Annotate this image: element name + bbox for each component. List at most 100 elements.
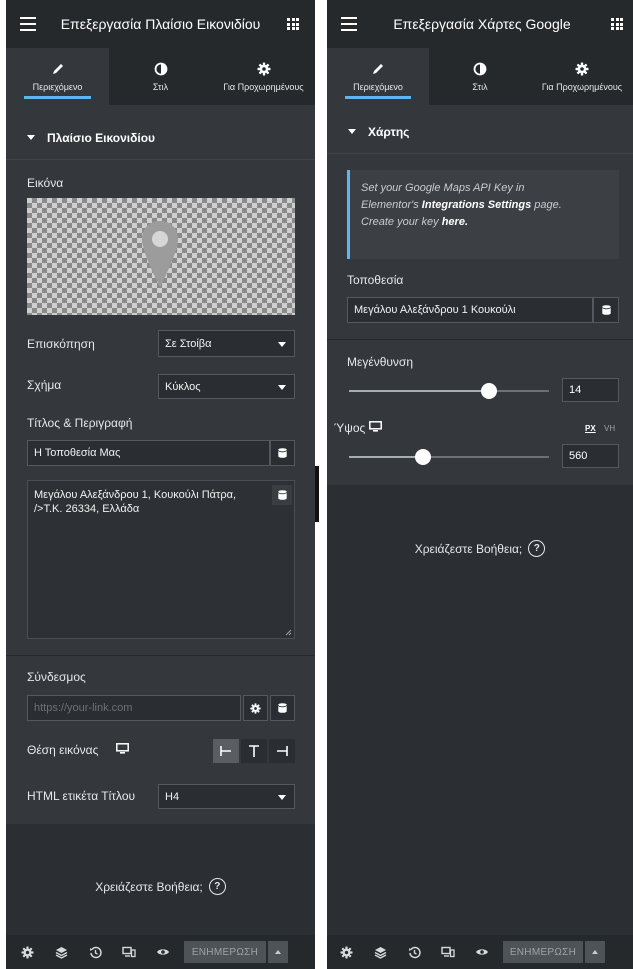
widgets-grid-icon[interactable]: [611, 18, 623, 30]
integrations-settings-link[interactable]: Integrations Settings: [422, 199, 531, 211]
description-textarea[interactable]: Μεγάλου Αλεξάνδρου 1, Κουκούλι Πάτρα, />…: [27, 480, 295, 639]
help-link[interactable]: Χρειάζεστε Βοήθεια; ?: [327, 540, 633, 557]
location-label: Τοποθεσία: [347, 273, 404, 287]
tab-content[interactable]: Περιεχόμενο: [6, 48, 109, 105]
location-input[interactable]: Μεγάλου Αλεξάνδρου 1 Κουκούλι: [347, 297, 593, 323]
html-tag-label: HTML ετικέτα Τίτλου: [27, 789, 136, 803]
tab-content[interactable]: Περιεχόμενο: [327, 48, 429, 105]
history-icon: [89, 946, 102, 958]
link-input[interactable]: https://your-link.com: [27, 695, 241, 721]
tab-advanced[interactable]: Για Προχωρημένους: [531, 48, 633, 105]
gear-icon: [250, 702, 261, 714]
desktop-icon[interactable]: [116, 743, 129, 754]
update-button-label: ΕΝΗΜΕΡΩΣΗ: [509, 946, 577, 958]
update-button[interactable]: ΕΝΗΜΕΡΩΣΗ: [503, 941, 583, 963]
tab-label: Περιεχόμενο: [32, 82, 83, 92]
location-dynamic-button[interactable]: [593, 297, 619, 323]
notice-line-3: Create your key here.: [361, 214, 609, 231]
panel-title: Επεξεργασία Χάρτες Google: [393, 15, 571, 32]
create-key-link[interactable]: here.: [442, 216, 468, 228]
hamburger-menu-icon[interactable]: [20, 17, 36, 31]
align-left-icon: [220, 746, 231, 756]
preview-button[interactable]: [465, 935, 499, 969]
link-input-placeholder: https://your-link.com: [34, 702, 133, 714]
image-position-label: Θέση εικόνας: [27, 743, 99, 757]
layers-icon: [374, 946, 386, 959]
tab-advanced[interactable]: Για Προχωρημένους: [212, 48, 315, 105]
image-chooser[interactable]: [27, 198, 295, 315]
description-text: Μεγάλου Αλεξάνδρου 1, Κουκούλι Πάτρα, />…: [34, 489, 237, 515]
tab-style[interactable]: Στιλ: [429, 48, 531, 105]
unit-px[interactable]: PX: [585, 424, 596, 433]
navigator-button[interactable]: [44, 935, 78, 969]
navigator-button[interactable]: [363, 935, 397, 969]
question-circle-icon: ?: [208, 878, 226, 895]
zoom-slider-fill: [349, 390, 489, 392]
html-tag-select[interactable]: H4: [158, 784, 295, 809]
position-top-button[interactable]: [241, 739, 267, 763]
update-options-button[interactable]: [268, 941, 288, 963]
html-tag-select-value: H4: [165, 790, 180, 803]
help-link[interactable]: Χρειάζεστε Βοήθεια; ?: [6, 878, 315, 895]
notice-text: Create your key: [361, 216, 442, 228]
position-right-button[interactable]: [269, 739, 295, 763]
title-input[interactable]: Η Τοποθεσία Μας: [27, 440, 270, 466]
widgets-grid-icon[interactable]: [287, 18, 299, 30]
panel-separator: [315, 466, 319, 522]
height-number-input[interactable]: 560: [562, 444, 619, 468]
height-slider-handle[interactable]: [415, 449, 431, 465]
desktop-icon[interactable]: [369, 421, 382, 432]
height-value: 560: [569, 450, 588, 462]
half-circle-icon: [154, 61, 168, 76]
tab-style[interactable]: Στιλ: [109, 48, 212, 105]
caret-up-icon: [592, 950, 598, 954]
image-label: Εικόνα: [27, 176, 64, 190]
image-position-choices: [213, 739, 295, 763]
history-button[interactable]: [78, 935, 112, 969]
shape-select[interactable]: Κύκλος: [158, 374, 295, 399]
history-button[interactable]: [397, 935, 431, 969]
responsive-devices-icon: [122, 946, 136, 958]
position-left-button[interactable]: [213, 739, 239, 763]
shape-select-value: Κύκλος: [165, 380, 201, 393]
settings-gear-button[interactable]: [329, 935, 363, 969]
google-maps-editor-panel: Επεξεργασία Χάρτες Google Περιεχόμενο Στ…: [327, 0, 633, 969]
link-dynamic-button[interactable]: [270, 695, 295, 721]
dynamic-tags-button[interactable]: [270, 440, 295, 466]
responsive-mode-button[interactable]: [112, 935, 146, 969]
view-select-value: Σε Στοίβα: [165, 337, 212, 350]
preview-button[interactable]: [146, 935, 180, 969]
update-button[interactable]: ΕΝΗΜΕΡΩΣΗ: [184, 941, 266, 963]
description-dynamic-button[interactable]: [272, 485, 292, 505]
height-label: Ύψος: [334, 421, 366, 435]
height-slider[interactable]: [349, 449, 549, 465]
api-key-notice: Set your Google Maps API Key in Elemento…: [347, 170, 619, 259]
title-input-value: Η Τοποθεσία Μας: [34, 447, 121, 459]
link-label: Σύνδεσμος: [27, 670, 86, 684]
settings-gear-button[interactable]: [10, 935, 44, 969]
notice-text: page.: [531, 199, 562, 211]
zoom-value: 14: [569, 384, 582, 396]
section-header-map[interactable]: Χάρτης: [327, 110, 633, 154]
section-header-icon-box[interactable]: Πλαίσιο Εικονιδίου: [6, 116, 315, 160]
zoom-slider[interactable]: [349, 383, 549, 399]
responsive-mode-button[interactable]: [431, 935, 465, 969]
section-title: Χάρτης: [368, 124, 410, 139]
pencil-icon: [371, 61, 385, 76]
align-top-icon: [249, 745, 259, 757]
eye-icon: [157, 949, 169, 955]
zoom-number-input[interactable]: 14: [562, 378, 619, 402]
tab-label: Στιλ: [152, 82, 169, 92]
zoom-slider-handle[interactable]: [481, 383, 497, 399]
section-divider: [6, 655, 315, 656]
hamburger-menu-icon[interactable]: [341, 17, 357, 31]
resize-handle-icon[interactable]: [285, 629, 292, 636]
zoom-label: Μεγένθυνση: [347, 355, 414, 369]
update-options-button[interactable]: [585, 941, 605, 963]
gear-icon: [575, 61, 589, 76]
unit-vh[interactable]: VH: [604, 424, 615, 433]
link-options-button[interactable]: [243, 695, 268, 721]
title-description-label: Τίτλος & Περιγραφή: [27, 416, 133, 430]
update-button-label: ΕΝΗΜΕΡΩΣΗ: [191, 946, 259, 958]
view-select[interactable]: Σε Στοίβα: [158, 330, 295, 357]
